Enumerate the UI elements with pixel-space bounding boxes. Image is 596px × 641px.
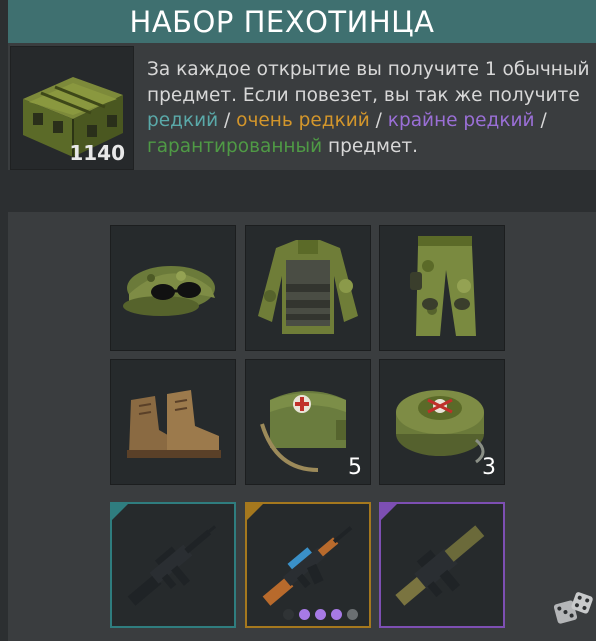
rarity-rare-label: редкий [147, 110, 219, 131]
page-title: НАБОР ПЕХОТИНЦА [129, 4, 435, 39]
item-count: 5 [348, 455, 362, 480]
rarity-extremely-rare-label: крайне редкий [387, 110, 535, 131]
item-slot-cap[interactable] [110, 225, 236, 351]
variant-dots [283, 609, 358, 620]
camo-pants-icon [410, 236, 476, 336]
rarity-guaranteed-label: гарантированный [147, 135, 323, 157]
item-slot-ak[interactable] [245, 502, 371, 628]
description: За каждое открытие вы получите 1 обычный… [147, 57, 596, 159]
description-line-1: За каждое открытие вы получите 1 обычный [147, 59, 590, 80]
variant-dot[interactable] [347, 609, 358, 620]
cap-with-sunglasses-icon [123, 266, 215, 316]
crate-count: 1140 [69, 141, 125, 165]
description-tail: предмет. [322, 135, 419, 157]
item-slot-pants[interactable] [379, 225, 505, 351]
item-slot-boots[interactable] [110, 359, 236, 485]
item-slot-grenade-launcher[interactable] [379, 502, 505, 628]
rarity-separator: / [369, 110, 388, 131]
ak-rifle-icon [262, 526, 353, 606]
info-section: 1140 За каждое открытие вы получите 1 об… [8, 43, 596, 170]
dice-icon[interactable] [552, 590, 594, 632]
header: НАБОР ПЕХОТИНЦА [8, 0, 596, 43]
grenade-launcher-icon [395, 525, 485, 606]
m16-rifle-icon [127, 525, 217, 606]
variant-dot[interactable] [299, 609, 310, 620]
item-slot-m16[interactable] [110, 502, 236, 628]
variant-dot[interactable] [283, 609, 294, 620]
item-slot-jacket[interactable] [245, 225, 371, 351]
item-slot-medkit[interactable]: 5 [245, 359, 371, 485]
rarity-separator: / [534, 110, 547, 131]
variant-dot[interactable] [315, 609, 326, 620]
boots-icon [127, 390, 221, 458]
description-line-2: предмет. Если повезет, вы так же получит… [147, 84, 580, 106]
variant-dot[interactable] [331, 609, 342, 620]
item-slot-mine[interactable]: 3 [379, 359, 505, 485]
items-panel: 5 3 [8, 212, 596, 641]
crate-tile: 1140 [10, 46, 134, 170]
camo-jacket-vest-icon [258, 240, 358, 334]
item-count: 3 [482, 455, 496, 480]
rarity-very-rare-label: очень редкий [236, 110, 370, 131]
rarity-separator: / [218, 110, 237, 131]
